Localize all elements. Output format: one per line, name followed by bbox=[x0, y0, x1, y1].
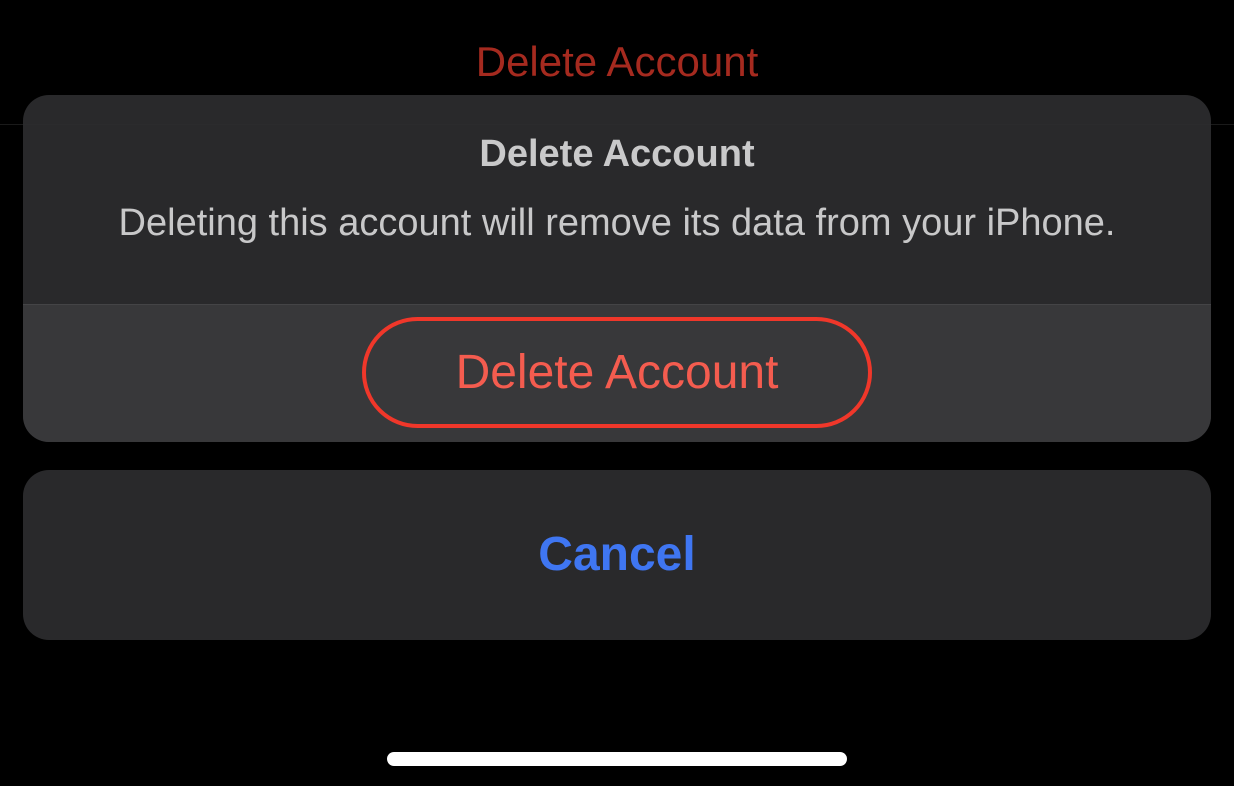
page-header-title: Delete Account bbox=[476, 38, 759, 86]
delete-account-button-label: Delete Account bbox=[456, 345, 779, 400]
home-indicator[interactable] bbox=[387, 752, 847, 766]
action-sheet-title: Delete Account bbox=[73, 133, 1161, 176]
action-sheet-message: Deleting this account will remove its da… bbox=[73, 200, 1161, 248]
cancel-button-label: Cancel bbox=[538, 527, 695, 582]
action-sheet-top: Delete Account Deleting this account wil… bbox=[23, 95, 1211, 442]
action-sheet-header: Delete Account Deleting this account wil… bbox=[23, 95, 1211, 305]
destructive-action-row[interactable]: Delete Account bbox=[23, 305, 1211, 442]
cancel-button[interactable]: Cancel bbox=[23, 470, 1211, 640]
action-sheet: Delete Account Deleting this account wil… bbox=[23, 95, 1211, 640]
delete-account-button[interactable]: Delete Account bbox=[362, 317, 873, 428]
